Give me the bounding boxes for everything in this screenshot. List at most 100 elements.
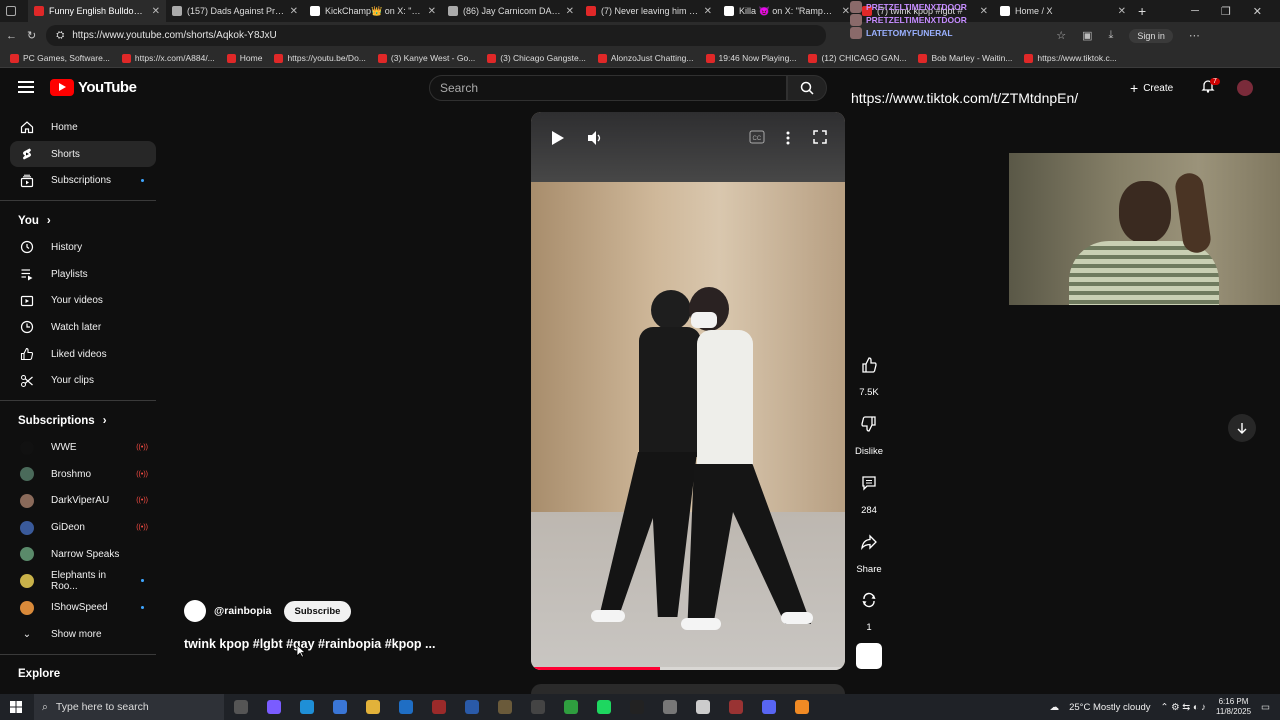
subscription-channel[interactable]: Elephants in Roo... [10, 568, 156, 595]
bookmark-item[interactable]: AlonzoJust Chatting... [597, 53, 694, 63]
tab-actions-icon[interactable] [0, 0, 28, 22]
captions-icon[interactable]: CC [749, 130, 765, 144]
app-red-icon[interactable] [422, 694, 455, 720]
tab-close-icon[interactable]: ✕ [704, 6, 712, 17]
browser-tab[interactable]: KickChamp👑 on X: "Adin I ✕ [304, 0, 442, 22]
channel-avatar[interactable] [184, 600, 206, 622]
bookmark-item[interactable]: PC Games, Software... [10, 53, 110, 63]
play-icon[interactable] [551, 130, 565, 146]
edge-browser-icon[interactable] [290, 694, 323, 720]
bookmark-item[interactable]: Home [226, 53, 262, 63]
like-button[interactable]: 7.5K [852, 348, 886, 398]
app-grey-icon[interactable] [653, 694, 686, 720]
next-short-button[interactable] [1228, 414, 1256, 442]
browser-tab[interactable]: (7) Never leaving him agai ✕ [580, 0, 718, 22]
outlook-icon[interactable] [389, 694, 422, 720]
bookmark-item[interactable]: 19:46 Now Playing... [705, 53, 796, 63]
video-progress-bar[interactable] [531, 667, 660, 670]
sound-thumbnail[interactable] [856, 643, 882, 669]
next-short-preview[interactable] [531, 684, 845, 694]
short-title[interactable]: twink kpop #lgbt #gay #rainbopia #kpop .… [184, 637, 435, 651]
copilot-icon[interactable] [257, 694, 290, 720]
browser-tab[interactable]: (86) Jay Carnicom DAP Con ✕ [442, 0, 580, 22]
menu-icon[interactable] [18, 81, 34, 93]
maximize-icon[interactable]: ❐ [1221, 5, 1231, 18]
app-circle-icon[interactable] [719, 694, 752, 720]
sign-in-button[interactable]: Sign in [1129, 28, 1173, 43]
subscription-channel[interactable]: WWE ((•)) [10, 434, 156, 461]
new-tab-button[interactable]: + [1132, 0, 1156, 22]
tab-close-icon[interactable]: ✕ [428, 6, 436, 17]
store-icon[interactable] [323, 694, 356, 720]
app-dark-icon[interactable] [620, 694, 653, 720]
xbox-icon[interactable] [554, 694, 587, 720]
youtube-logo[interactable]: YouTube [50, 79, 137, 96]
discord-icon[interactable] [752, 694, 785, 720]
weather-text[interactable]: 25°C Mostly cloudy [1069, 702, 1150, 713]
share-button[interactable]: Share [852, 525, 886, 575]
sidebar-item-history[interactable]: History [10, 234, 156, 261]
search-input[interactable]: Search [429, 75, 787, 101]
tab-close-icon[interactable]: ✕ [842, 6, 850, 17]
tab-close-icon[interactable]: ✕ [152, 6, 160, 17]
subscription-channel[interactable]: Broshmo ((•)) [10, 461, 156, 488]
notifications-icon[interactable]: ▭ [1261, 702, 1270, 713]
short-video-player[interactable]: CC [531, 112, 845, 670]
account-avatar[interactable] [1237, 80, 1253, 96]
bookmark-item[interactable]: https://www.tiktok.c... [1024, 53, 1117, 63]
back-icon[interactable]: ← [6, 30, 17, 42]
app-blue-icon[interactable] [455, 694, 488, 720]
sidebar-item-playlists[interactable]: Playlists [10, 261, 156, 288]
sidebar-item-shorts[interactable]: Shorts [10, 140, 156, 168]
file-explorer-icon[interactable] [356, 694, 389, 720]
dislike-button[interactable]: Dislike [852, 407, 886, 457]
create-button[interactable]: + Create [1130, 80, 1173, 96]
browser-tab[interactable]: Killa 😈 on X: "Rampage Jc ✕ [718, 0, 856, 22]
refresh-icon[interactable]: ↻ [27, 29, 36, 42]
sidebar-item-liked-videos[interactable]: Liked videos [10, 341, 156, 368]
comments-button[interactable]: 284 [852, 466, 886, 516]
taskbar-search-input[interactable]: ⌕ Type here to search [34, 694, 224, 720]
app-tag-icon[interactable] [488, 694, 521, 720]
minimize-icon[interactable]: ─ [1191, 5, 1199, 18]
bookmark-item[interactable]: (3) Kanye West - Go... [377, 53, 475, 63]
bookmark-item[interactable]: Bob Marley - Waitin... [918, 53, 1012, 63]
windows-start-icon[interactable] [10, 701, 22, 713]
volume-icon[interactable] [587, 130, 603, 146]
task-view-icon[interactable] [224, 694, 257, 720]
bookmark-item[interactable]: (3) Chicago Gangste... [487, 53, 586, 63]
more-menu-icon[interactable]: ⋯ [1189, 29, 1200, 42]
system-tray-icons[interactable]: ⌃ ⚙ ⇆ ◐ ♪ [1161, 702, 1206, 713]
sidebar-item-subscriptions[interactable]: Subscriptions [10, 167, 156, 194]
sidebar-item-watch-later[interactable]: Watch later [10, 314, 156, 341]
subscription-channel[interactable]: GiDeon ((•)) [10, 514, 156, 541]
subscriptions-heading[interactable]: Subscriptions › [10, 407, 156, 434]
subscribe-button[interactable]: Subscribe [283, 600, 352, 622]
app-white-icon[interactable] [686, 694, 719, 720]
bookmark-item[interactable]: https://x.com/A884/... [121, 53, 215, 63]
bookmark-item[interactable]: (12) CHICAGO GAN... [808, 53, 906, 63]
sidebar-item-your-clips[interactable]: Your clips [10, 368, 156, 395]
url-field[interactable]: ⛭ https://www.youtube.com/shorts/Aqkok-Y… [46, 25, 827, 46]
subscription-channel[interactable]: DarkViperAU ((•)) [10, 488, 156, 515]
site-info-icon[interactable]: ⛭ [56, 30, 64, 41]
tab-close-icon[interactable]: ✕ [290, 6, 298, 17]
you-heading[interactable]: You › [10, 207, 156, 234]
spotify-icon[interactable] [587, 694, 620, 720]
more-options-icon[interactable] [785, 130, 791, 146]
bookmark-item[interactable]: https://youtu.be/Do... [274, 53, 366, 63]
app-portrait-icon[interactable] [521, 694, 554, 720]
subscription-channel[interactable]: Narrow Speaks [10, 541, 156, 568]
app-orange-icon[interactable] [785, 694, 818, 720]
subscription-channel[interactable]: IShowSpeed [10, 594, 156, 621]
close-window-icon[interactable]: ✕ [1253, 5, 1262, 18]
browser-tab[interactable]: Funny English Bulldogs at H ✕ [28, 0, 166, 22]
tab-close-icon[interactable]: ✕ [566, 6, 574, 17]
browser-tab[interactable]: (157) Dads Against Predato ✕ [166, 0, 304, 22]
channel-name[interactable]: @rainbopia [214, 605, 272, 617]
clock[interactable]: 6:16 PM 11/8/2025 [1216, 697, 1251, 717]
show-more-button[interactable]: ⌄ Show more [10, 621, 156, 648]
search-button[interactable] [787, 75, 827, 101]
fullscreen-icon[interactable] [813, 130, 827, 144]
remix-button[interactable]: 1 [852, 583, 886, 633]
